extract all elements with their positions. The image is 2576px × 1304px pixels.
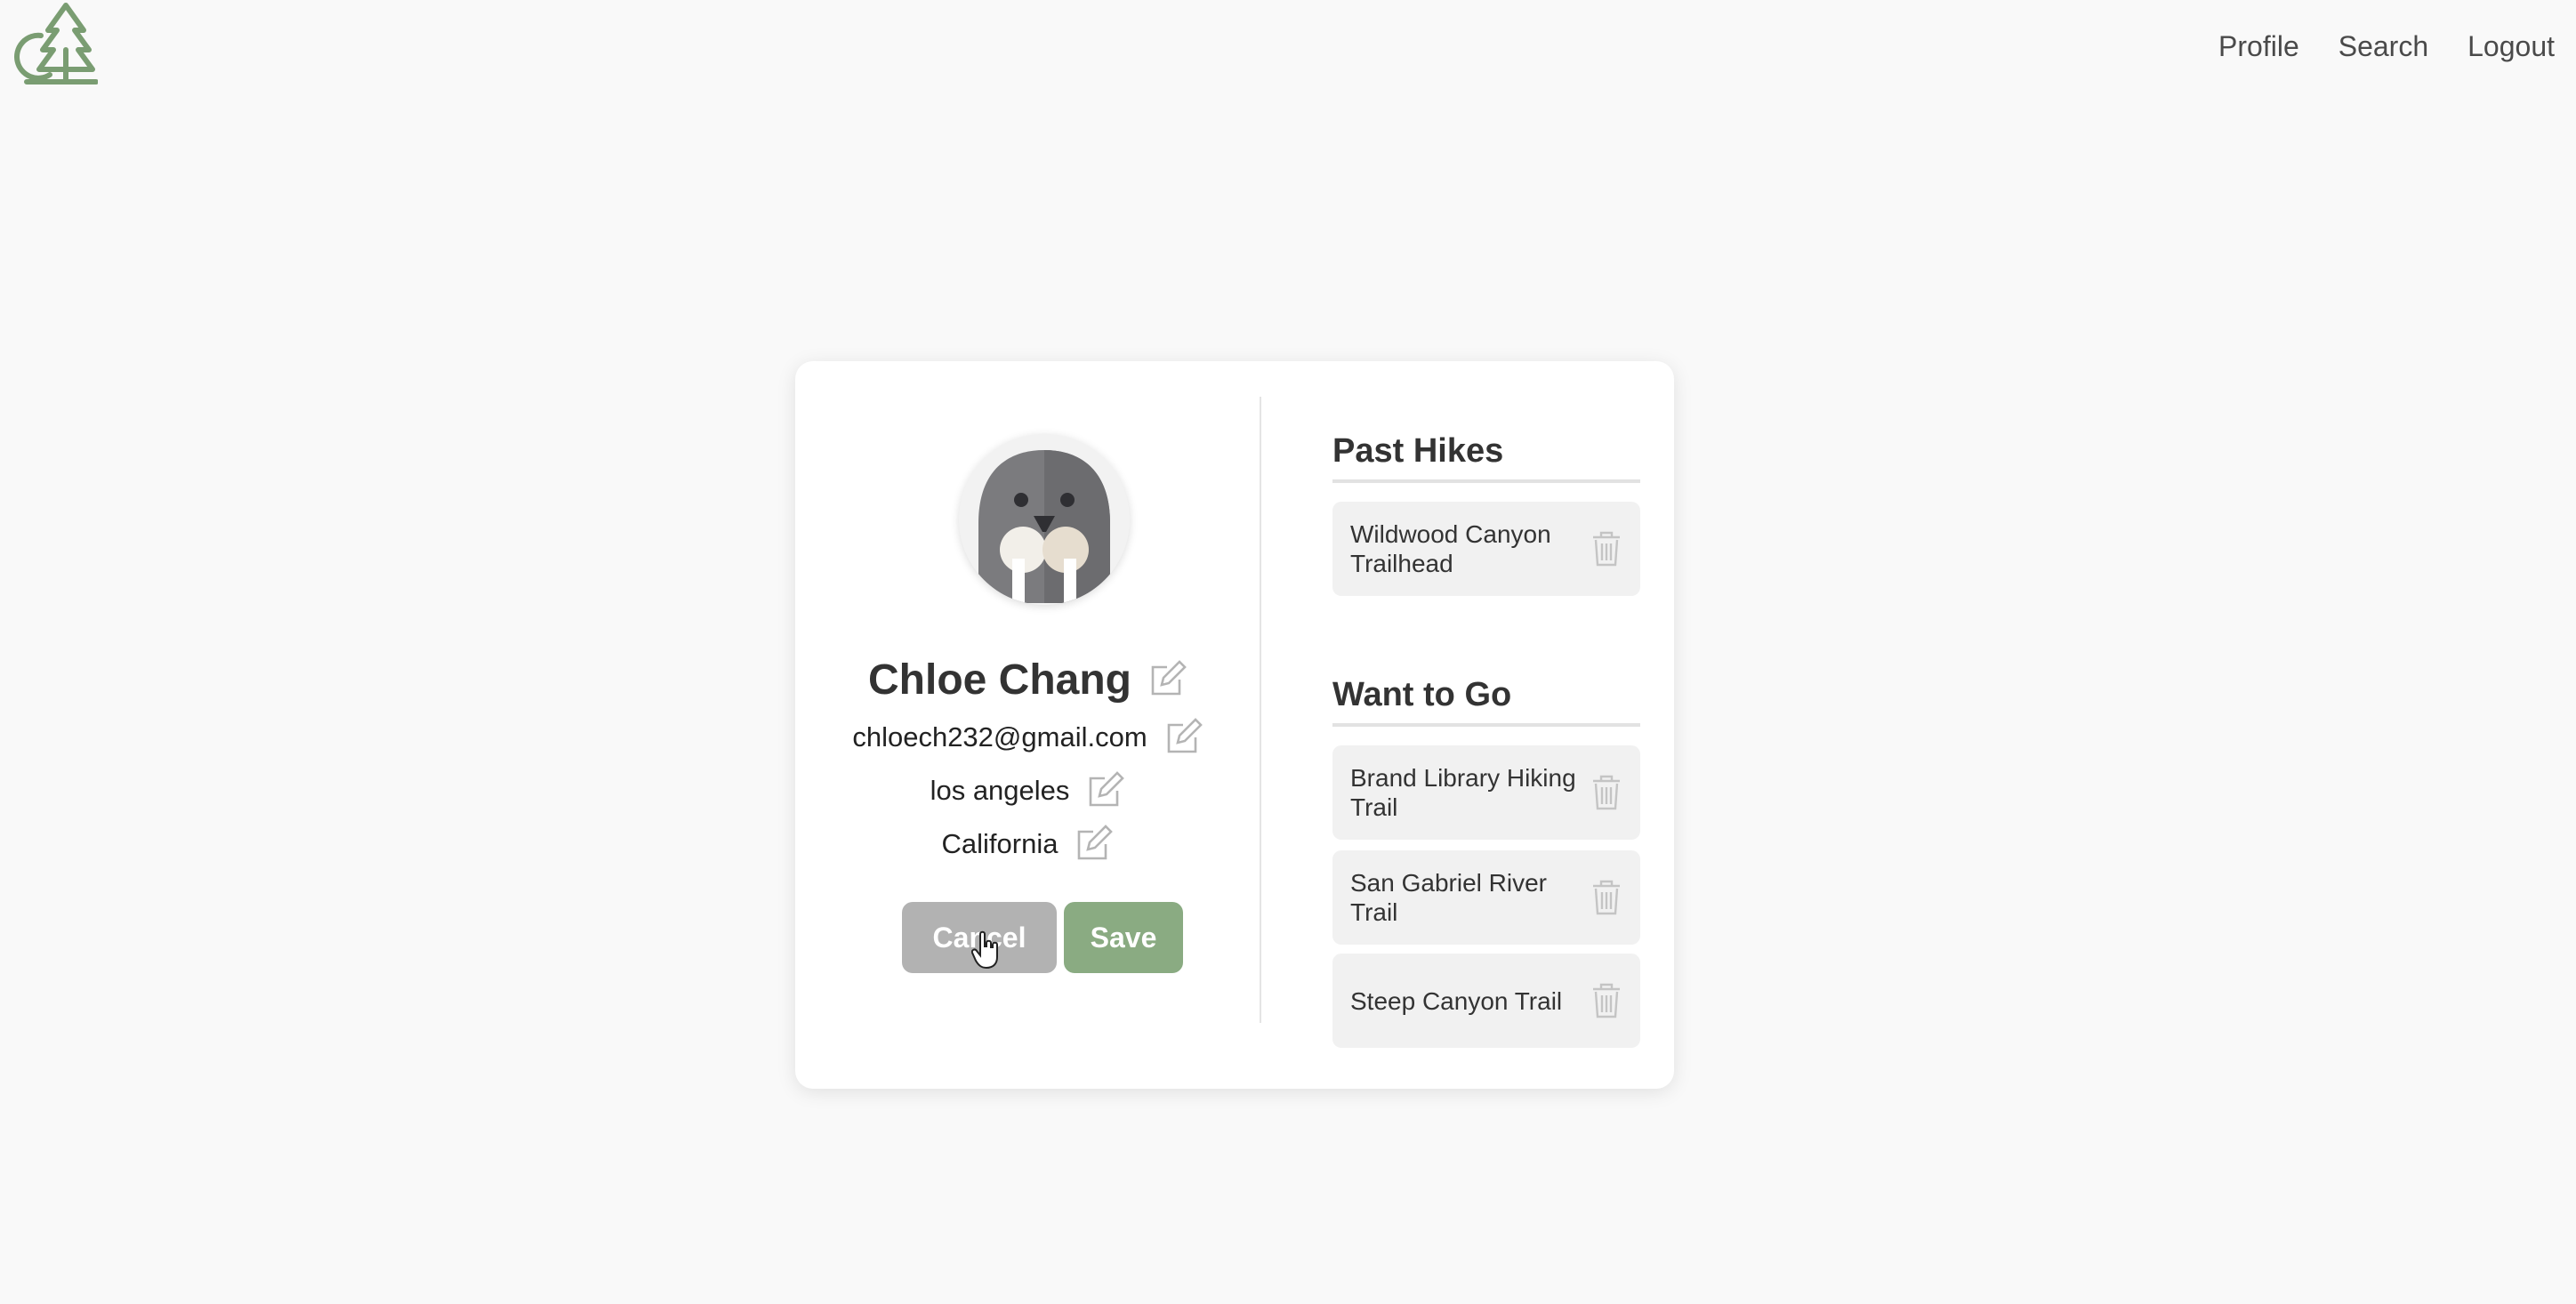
- past-hikes-title: Past Hikes: [1332, 432, 1640, 483]
- profile-details: Chloe Chang chloech232@gmail.com los ang…: [795, 361, 1260, 1089]
- want-hike-item: San Gabriel River Trail: [1332, 850, 1640, 945]
- profile-state: California: [941, 828, 1059, 859]
- trash-icon[interactable]: [1590, 775, 1622, 810]
- profile-card: Chloe Chang chloech232@gmail.com los ang…: [795, 361, 1674, 1089]
- vertical-divider: [1260, 397, 1261, 1023]
- past-hike-item: Wildwood Canyon Trailhead: [1332, 502, 1640, 596]
- form-actions: Cancel Save: [902, 902, 1183, 973]
- edit-email-icon[interactable]: [1163, 718, 1203, 757]
- hike-name: Steep Canyon Trail: [1350, 986, 1563, 1015]
- edit-city-icon[interactable]: [1085, 771, 1125, 810]
- nav-logout-link[interactable]: Logout: [2467, 30, 2555, 63]
- state-row: California: [795, 813, 1260, 875]
- trash-icon[interactable]: [1590, 983, 1622, 1018]
- trash-icon[interactable]: [1590, 531, 1622, 567]
- save-button[interactable]: Save: [1064, 902, 1183, 973]
- want-to-go-title: Want to Go: [1332, 676, 1640, 727]
- hike-name: Brand Library Hiking Trail: [1350, 764, 1576, 821]
- hikes-panel: Past Hikes Wildwood Canyon Trailhead Wan…: [1332, 361, 1640, 1089]
- want-hike-item: Brand Library Hiking Trail: [1332, 745, 1640, 840]
- hand-cursor-icon: [971, 930, 998, 970]
- name-row: Chloe Chang: [795, 644, 1260, 715]
- tree-logo-icon[interactable]: [9, 0, 98, 89]
- hike-name: Wildwood Canyon Trailhead: [1350, 520, 1551, 577]
- edit-state-icon[interactable]: [1074, 825, 1114, 864]
- edit-name-icon[interactable]: [1147, 660, 1187, 699]
- profile-name: Chloe Chang: [868, 656, 1131, 704]
- trash-icon[interactable]: [1590, 880, 1622, 915]
- want-hike-item: Steep Canyon Trail: [1332, 954, 1640, 1048]
- walrus-avatar-icon: [978, 450, 1110, 605]
- nav-search-link[interactable]: Search: [2339, 30, 2428, 63]
- top-nav: Profile Search Logout: [2218, 30, 2555, 63]
- nav-profile-link[interactable]: Profile: [2218, 30, 2299, 63]
- hike-name: San Gabriel River Trail: [1350, 869, 1547, 926]
- profile-email: chloech232@gmail.com: [852, 721, 1147, 753]
- profile-city: los angeles: [930, 775, 1070, 806]
- avatar: [959, 434, 1130, 605]
